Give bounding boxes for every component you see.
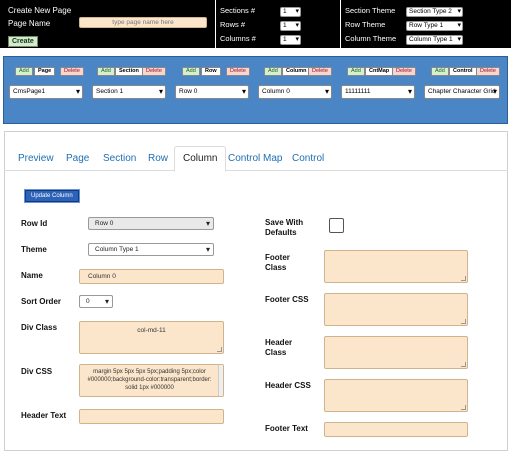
footer-text-input[interactable] xyxy=(324,422,468,437)
theme-select[interactable]: Column Type 1 xyxy=(88,243,214,256)
delete-control-button[interactable]: Delete xyxy=(476,67,500,76)
cntmap-label: CntMap xyxy=(365,67,394,76)
add-page-button[interactable]: Add xyxy=(15,67,33,76)
sections-count-label: Sections # xyxy=(220,6,256,15)
create-button[interactable]: Create xyxy=(8,36,38,47)
div-class-textarea[interactable]: col-md-11 xyxy=(79,321,224,354)
page-select[interactable]: CmsPage1 xyxy=(9,85,83,99)
header-class-label-line1: Header xyxy=(265,338,293,347)
tab-control-map[interactable]: Control Map xyxy=(228,153,282,164)
div-css-value: margin 5px 5px 5px 5px;padding 5px;color… xyxy=(87,369,212,391)
footer-class-label: Footer Class xyxy=(265,253,290,273)
delete-section-button[interactable]: Delete xyxy=(142,67,166,76)
page-label: Page xyxy=(34,67,56,76)
sort-order-label: Sort Order xyxy=(21,297,62,306)
cntmap-select[interactable]: 11111111 xyxy=(341,85,415,99)
row-theme-select[interactable]: Row Type 1 xyxy=(406,21,463,31)
column-select[interactable]: Column 0 xyxy=(258,85,332,99)
add-column-button[interactable]: Add xyxy=(264,67,282,76)
add-cntmap-button[interactable]: Add xyxy=(347,67,365,76)
resize-handle[interactable] xyxy=(217,347,222,352)
delete-column-button[interactable]: Delete xyxy=(308,67,332,76)
section-label: Section xyxy=(115,67,143,76)
update-column-button[interactable]: Update Column xyxy=(25,190,79,202)
resize-handle[interactable] xyxy=(461,276,466,281)
create-page-bar: Create New Page Page Name type page name… xyxy=(0,0,511,48)
theme-label: Theme xyxy=(21,245,47,254)
columns-count-label: Columns # xyxy=(220,34,256,43)
page-name-label: Page Name xyxy=(8,19,51,28)
tab-preview[interactable]: Preview xyxy=(18,153,54,164)
divider xyxy=(340,0,341,48)
footer-text-label: Footer Text xyxy=(265,424,308,433)
div-css-textarea[interactable]: margin 5px 5px 5px 5px;padding 5px;color… xyxy=(79,364,224,397)
control-select[interactable]: Chapter Character Grid xyxy=(424,85,500,99)
tab-page[interactable]: Page xyxy=(66,153,89,164)
header-class-textarea[interactable] xyxy=(324,336,468,369)
page-name-input[interactable]: type page name here xyxy=(79,17,207,28)
row-select[interactable]: Row 0 xyxy=(175,85,249,99)
row-id-label: Row Id xyxy=(21,219,48,228)
column-theme-select[interactable]: Column Type 1 xyxy=(406,35,463,45)
footer-class-label-line2: Class xyxy=(265,263,287,272)
div-class-value: col-md-11 xyxy=(137,327,166,334)
row-theme-label: Row Theme xyxy=(345,20,386,29)
resize-handle[interactable] xyxy=(461,362,466,367)
add-row-button[interactable]: Add xyxy=(182,67,200,76)
div-class-label: Div Class xyxy=(21,323,58,332)
header-class-label-line2: Class xyxy=(265,348,287,357)
sort-order-select[interactable]: 0 xyxy=(79,295,113,308)
header-class-label: Header Class xyxy=(265,338,292,358)
resize-handle[interactable] xyxy=(461,405,466,410)
divider xyxy=(215,0,216,48)
footer-class-label-line1: Footer xyxy=(265,253,290,262)
columns-count-select[interactable]: 1 xyxy=(280,35,301,45)
resize-handle[interactable] xyxy=(461,319,466,324)
tab-column[interactable]: Column xyxy=(174,146,227,172)
tab-row[interactable]: Row xyxy=(148,153,168,164)
column-theme-label: Column Theme xyxy=(345,34,397,43)
save-defaults-label-line1: Save With xyxy=(265,218,304,227)
section-theme-label: Section Theme xyxy=(345,6,396,15)
sections-count-select[interactable]: 1 xyxy=(280,7,301,17)
div-css-label: Div CSS xyxy=(21,367,53,376)
row-label: Row xyxy=(201,67,221,76)
delete-row-button[interactable]: Delete xyxy=(226,67,250,76)
section-theme-select[interactable]: Section Type 2 xyxy=(406,7,463,17)
footer-class-textarea[interactable] xyxy=(324,250,468,283)
footer-css-textarea[interactable] xyxy=(324,293,468,326)
name-input[interactable]: Column 0 xyxy=(79,269,224,284)
delete-page-button[interactable]: Delete xyxy=(60,67,84,76)
row-id-select[interactable]: Row 0 xyxy=(88,217,214,230)
header-text-input[interactable] xyxy=(79,409,224,424)
header-css-textarea[interactable] xyxy=(324,379,468,412)
name-label: Name xyxy=(21,271,43,280)
header-text-label: Header Text xyxy=(21,411,67,420)
scrollbar[interactable] xyxy=(218,365,223,396)
rows-count-select[interactable]: 1 xyxy=(280,21,301,31)
create-page-title: Create New Page xyxy=(8,6,72,15)
add-control-button[interactable]: Add xyxy=(431,67,449,76)
save-defaults-label-line2: Defaults xyxy=(265,228,297,237)
footer-css-label: Footer CSS xyxy=(265,295,309,304)
tab-section[interactable]: Section xyxy=(103,153,136,164)
save-defaults-checkbox[interactable] xyxy=(329,218,344,233)
rows-count-label: Rows # xyxy=(220,20,246,29)
header-css-label: Header CSS xyxy=(265,381,311,390)
save-defaults-label: Save With Defaults xyxy=(265,218,303,238)
column-label: Column xyxy=(282,67,311,76)
tab-control[interactable]: Control xyxy=(292,153,324,164)
add-section-button[interactable]: Add xyxy=(97,67,115,76)
control-label: Control xyxy=(449,67,477,76)
delete-cntmap-button[interactable]: Delete xyxy=(392,67,416,76)
section-select[interactable]: Section 1 xyxy=(92,85,166,99)
